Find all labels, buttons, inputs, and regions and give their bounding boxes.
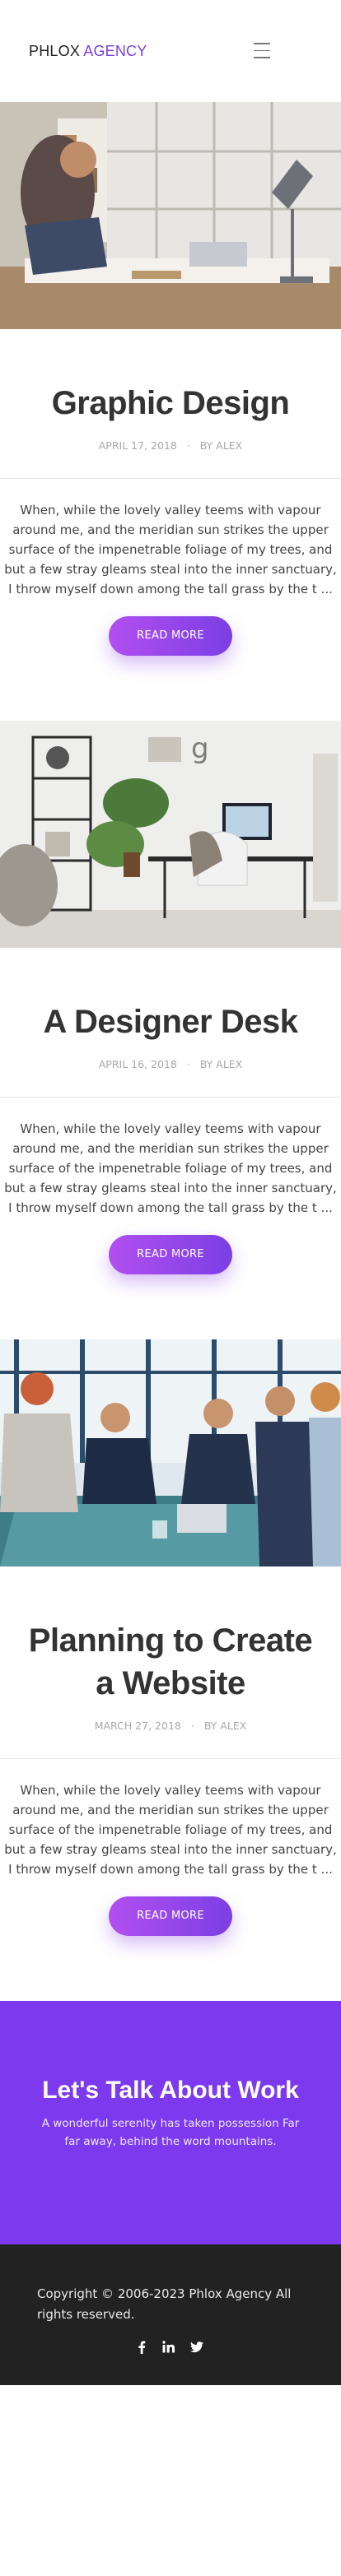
post-title[interactable]: Graphic Design (0, 382, 341, 425)
site-header: PHLOX AGENCY (0, 0, 341, 102)
menu-line (254, 49, 270, 51)
logo-text-agency: AGENCY (83, 43, 147, 59)
post-author[interactable]: BY ALEX (200, 1058, 242, 1070)
cta-text: A wonderful serenity has taken possessio… (41, 2117, 300, 2148)
post-date[interactable]: APRIL 16, 2018 (99, 1058, 177, 1070)
hamburger-menu-icon[interactable] (254, 43, 270, 61)
linkedin-icon[interactable] (161, 2341, 175, 2356)
cta-title: Let's Talk About Work (42, 2077, 299, 2104)
cta-section: Let's Talk About Work A wonderful sereni… (0, 2001, 341, 2244)
copyright-text: Copyright © 2006-2023 Phlox Agency All r… (37, 2286, 292, 2322)
post-title[interactable]: Planning to Create a Website (0, 1619, 341, 1705)
post-date[interactable]: APRIL 17, 2018 (99, 439, 177, 452)
site-footer: Copyright © 2006-2023 Phlox Agency All r… (0, 2244, 341, 2385)
post-meta: MARCH 27, 2018 · BY ALEX (0, 1720, 341, 1732)
post-meta: APRIL 17, 2018 · BY ALEX (0, 439, 341, 452)
social-links (37, 2340, 304, 2357)
meta-separator: · (186, 1058, 190, 1070)
post-date[interactable]: MARCH 27, 2018 (95, 1720, 181, 1732)
post-meta: APRIL 16, 2018 · BY ALEX (0, 1058, 341, 1070)
site-logo[interactable]: PHLOX AGENCY (29, 43, 147, 60)
svg-text:g: g (191, 732, 209, 765)
menu-line (254, 57, 270, 58)
meta-separator: · (190, 1720, 194, 1732)
post-card: g A Designer Desk APRIL 16, 2018 · BY AL… (0, 721, 341, 1339)
button-wrap: READ MORE (0, 1896, 341, 1936)
facebook-icon[interactable] (138, 2341, 146, 2357)
post-excerpt: When, while the lovely valley teems with… (4, 1121, 337, 1215)
post-image-office-designer[interactable] (0, 102, 341, 329)
post-excerpt: When, while the lovely valley teems with… (4, 503, 337, 596)
post-image-business-meeting[interactable] (0, 1339, 341, 1566)
post-card: Planning to Create a Website MARCH 27, 2… (0, 1339, 341, 2001)
logo-text-phlox: PHLOX (29, 43, 81, 59)
read-more-button[interactable]: READ MORE (109, 1235, 232, 1274)
post-excerpt: When, while the lovely valley teems with… (4, 1783, 337, 1877)
post-card: Graphic Design APRIL 17, 2018 · BY ALEX … (0, 102, 341, 721)
post-author[interactable]: BY ALEX (204, 1720, 246, 1732)
read-more-button[interactable]: READ MORE (109, 1896, 232, 1936)
button-wrap: READ MORE (0, 1235, 341, 1274)
meta-separator: · (186, 439, 190, 452)
button-wrap: READ MORE (0, 616, 341, 656)
post-title[interactable]: A Designer Desk (0, 1000, 341, 1043)
menu-line (254, 43, 270, 44)
read-more-button[interactable]: READ MORE (109, 616, 232, 656)
post-author[interactable]: BY ALEX (200, 439, 242, 452)
twitter-icon[interactable] (189, 2341, 203, 2356)
post-image-designer-desk[interactable]: g (0, 721, 341, 948)
